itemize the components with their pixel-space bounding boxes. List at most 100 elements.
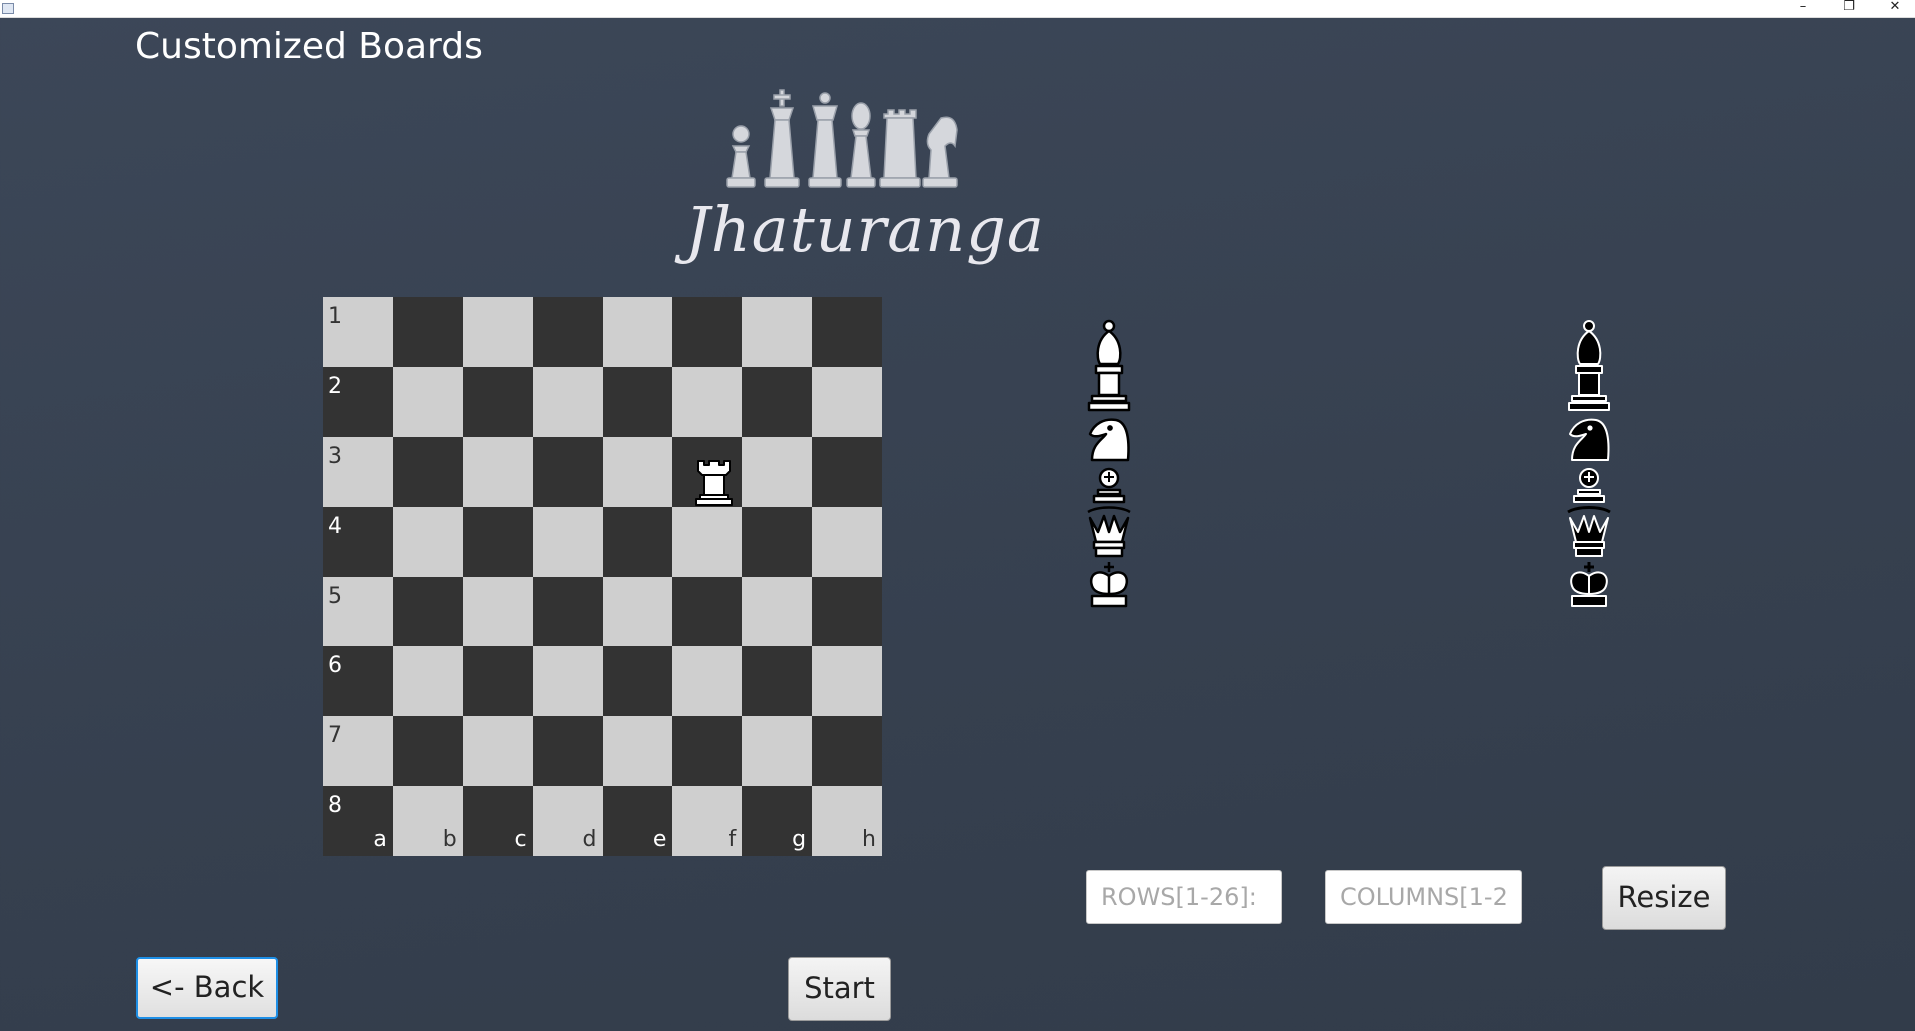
square-g5[interactable]	[742, 576, 813, 647]
black-pawn-icon[interactable]	[1564, 464, 1614, 504]
square-g2[interactable]	[742, 366, 813, 437]
file-label: h	[862, 827, 876, 852]
square-d8[interactable]: d	[532, 786, 603, 856]
square-h3[interactable]	[812, 436, 882, 507]
square-a6[interactable]: 6	[323, 646, 393, 717]
square-a5[interactable]: 5	[323, 576, 393, 647]
square-g1[interactable]	[742, 297, 813, 367]
square-d4[interactable]	[532, 506, 603, 577]
square-h8[interactable]: h	[812, 786, 882, 856]
square-d3[interactable]	[532, 436, 603, 507]
file-label: g	[792, 827, 807, 852]
square-b3[interactable]	[392, 436, 463, 507]
square-a7[interactable]: 7	[323, 716, 393, 787]
rank-label: 4	[328, 513, 342, 539]
black-bishop-icon[interactable]	[1564, 318, 1614, 414]
rows-input[interactable]	[1086, 870, 1282, 924]
square-h4[interactable]	[812, 506, 882, 577]
square-a3[interactable]: 3	[323, 436, 393, 507]
square-c1[interactable]	[462, 297, 533, 367]
square-h1[interactable]	[812, 297, 882, 367]
white-queen-icon[interactable]	[1084, 504, 1134, 560]
square-g8[interactable]: g	[742, 786, 813, 856]
square-d2[interactable]	[532, 366, 603, 437]
file-label: e	[652, 827, 667, 852]
square-b8[interactable]: b	[392, 786, 463, 856]
square-e4[interactable]	[602, 506, 673, 577]
square-f5[interactable]	[672, 576, 743, 647]
square-c4[interactable]	[462, 506, 533, 577]
square-e1[interactable]	[602, 297, 673, 367]
square-a4[interactable]: 4	[323, 506, 393, 577]
square-b2[interactable]	[392, 366, 463, 437]
black-knight-icon[interactable]	[1564, 414, 1614, 464]
square-f6[interactable]	[672, 646, 743, 717]
square-h5[interactable]	[812, 576, 882, 647]
logo-text: Jhaturanga	[685, 193, 1045, 266]
square-g3[interactable]	[742, 436, 813, 507]
square-f1[interactable]	[672, 297, 743, 367]
square-f2[interactable]	[672, 366, 743, 437]
window-titlebar: – ❐ ✕	[0, 0, 1915, 18]
square-a8[interactable]: 8a	[323, 786, 393, 856]
square-a1[interactable]: 1	[323, 297, 393, 367]
rank-label: 1	[328, 304, 342, 329]
columns-input[interactable]	[1325, 870, 1522, 924]
rank-label: 2	[328, 373, 342, 399]
square-a2[interactable]: 2	[323, 366, 393, 437]
square-g7[interactable]	[742, 716, 813, 787]
square-b5[interactable]	[392, 576, 463, 647]
page-title: Customized Boards	[135, 26, 483, 67]
square-h6[interactable]	[812, 646, 882, 717]
white-knight-icon[interactable]	[1084, 414, 1134, 464]
white-rook-icon[interactable]	[692, 457, 736, 507]
white-king-icon[interactable]	[1084, 560, 1134, 610]
square-c3[interactable]	[462, 436, 533, 507]
square-e8[interactable]: e	[602, 786, 673, 856]
square-d6[interactable]	[532, 646, 603, 717]
square-b4[interactable]	[392, 506, 463, 577]
square-e6[interactable]	[602, 646, 673, 717]
app-icon	[2, 3, 14, 14]
start-button[interactable]: Start	[788, 957, 891, 1021]
square-f4[interactable]	[672, 506, 743, 577]
resize-button[interactable]: Resize	[1602, 866, 1726, 930]
square-d7[interactable]	[532, 716, 603, 787]
square-d1[interactable]	[532, 297, 603, 367]
square-f8[interactable]: f	[672, 786, 743, 856]
chess-board[interactable]: 1 2 3 4 5 6 7 8 a b c d e f g h	[323, 297, 882, 856]
square-h2[interactable]	[812, 366, 882, 437]
square-b7[interactable]	[392, 716, 463, 787]
back-button[interactable]: <- Back	[136, 957, 278, 1019]
white-pawn-icon[interactable]	[1084, 464, 1134, 504]
file-label: b	[442, 827, 457, 852]
logo-pieces-icon	[726, 89, 958, 188]
rank-label: 8	[328, 793, 342, 819]
black-piece-palette	[1564, 318, 1614, 610]
maximize-button[interactable]: ❐	[1826, 0, 1872, 18]
square-g4[interactable]	[742, 506, 813, 577]
rank-label: 5	[328, 583, 342, 609]
square-c6[interactable]	[462, 646, 533, 717]
black-king-icon[interactable]	[1564, 560, 1614, 610]
square-e7[interactable]	[602, 716, 673, 787]
square-e5[interactable]	[602, 576, 673, 647]
square-c5[interactable]	[462, 576, 533, 647]
square-c8[interactable]: c	[462, 786, 533, 856]
black-queen-icon[interactable]	[1564, 504, 1614, 560]
square-g6[interactable]	[742, 646, 813, 717]
square-h7[interactable]	[812, 716, 882, 787]
square-c7[interactable]	[462, 716, 533, 787]
square-e2[interactable]	[602, 366, 673, 437]
square-b1[interactable]	[392, 297, 463, 367]
square-d5[interactable]	[532, 576, 603, 647]
minimize-button[interactable]: –	[1780, 0, 1826, 18]
file-label: f	[728, 827, 737, 852]
square-e3[interactable]	[602, 436, 673, 507]
square-b6[interactable]	[392, 646, 463, 717]
square-f7[interactable]	[672, 716, 743, 787]
square-f3[interactable]	[672, 436, 743, 507]
white-bishop-icon[interactable]	[1084, 318, 1134, 414]
square-c2[interactable]	[462, 366, 533, 437]
close-button[interactable]: ✕	[1872, 0, 1915, 18]
